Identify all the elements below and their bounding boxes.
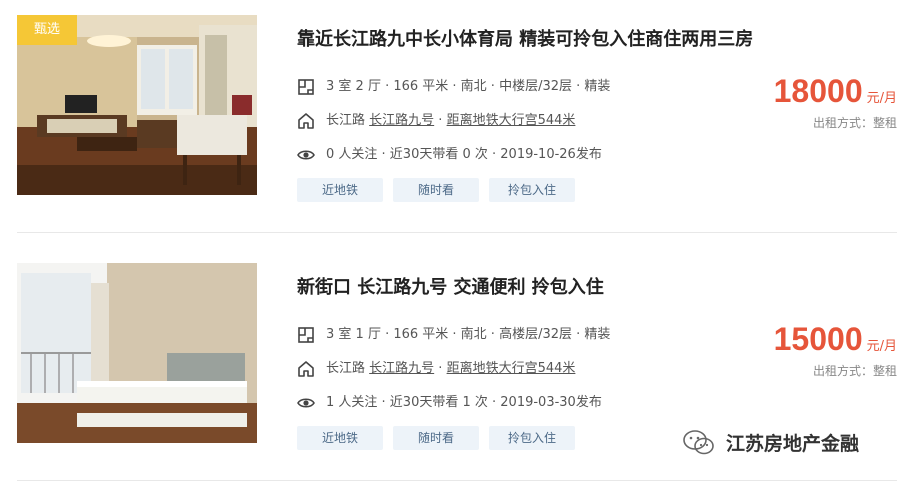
tag-viewable-anytime[interactable]: 随时看	[393, 178, 479, 202]
price-unit: 元/月	[866, 339, 897, 354]
listing-watch-text: 1 人关注 · 近30天带看 1 次 · 2019-03-30发布	[326, 395, 602, 410]
floorplan-icon	[298, 79, 314, 95]
price-unit: 元/月	[866, 91, 897, 106]
community-link[interactable]: 长江路九号	[369, 361, 434, 376]
listing-price: 18000 元/月	[774, 73, 897, 110]
tag-near-metro[interactable]: 近地铁	[297, 178, 383, 202]
tag-move-in-ready[interactable]: 拎包入住	[489, 178, 575, 202]
wechat-icon	[683, 430, 714, 455]
listing-price: 15000 元/月	[774, 321, 897, 358]
listing-divider	[17, 480, 897, 481]
featured-badge: 甄选	[17, 15, 77, 45]
rent-type: 出租方式：整租	[812, 364, 897, 378]
listing-title[interactable]: 靠近长江路九中长小体育局 精装可拎包入住商住两用三房	[297, 25, 753, 51]
metro-distance-link[interactable]: 距离地铁大行宫544米	[447, 113, 576, 128]
home-icon	[298, 361, 314, 377]
location-area: 长江路	[326, 361, 366, 376]
listing-info-text: 3 室 2 厅 · 166 平米 · 南北 · 中楼层/32层 · 精装	[326, 79, 611, 94]
listing-info-text: 3 室 1 厅 · 166 平米 · 南北 · 高楼层/32层 · 精装	[326, 327, 611, 342]
bedroom-photo	[17, 263, 257, 443]
community-link[interactable]: 长江路九号	[369, 113, 434, 128]
listing-title[interactable]: 新街口 长江路九号 交通便利 拎包入住	[297, 273, 604, 299]
eye-icon	[297, 150, 315, 160]
metro-distance-link[interactable]: 距离地铁大行宫544米	[447, 361, 576, 376]
location-text: 长江路 长江路九号 · 距离地铁大行宫544米	[326, 113, 576, 128]
home-icon	[298, 113, 314, 129]
floorplan-icon	[298, 327, 314, 343]
location-area: 长江路	[326, 113, 366, 128]
listing-card: 甄选 靠近长江路九中长小体育局 精装可拎包入住商住两用三房 3 室 2 厅 · …	[17, 13, 897, 202]
listing-photo[interactable]: 甄选	[17, 15, 257, 195]
watermark-text: 江苏房地产金融	[726, 433, 860, 455]
listing-divider	[17, 232, 897, 233]
tag-viewable-anytime[interactable]: 随时看	[393, 426, 479, 450]
price-amount: 18000	[773, 73, 863, 109]
listing-watch-text: 0 人关注 · 近30天带看 0 次 · 2019-10-26发布	[326, 147, 602, 162]
tag-move-in-ready[interactable]: 拎包入住	[489, 426, 575, 450]
price-amount: 15000	[773, 321, 863, 357]
eye-icon	[297, 398, 315, 408]
rent-type: 出租方式：整租	[812, 116, 897, 130]
listing-card: 新街口 长江路九号 交通便利 拎包入住 3 室 1 厅 · 166 平米 · 南…	[17, 261, 897, 450]
tag-near-metro[interactable]: 近地铁	[297, 426, 383, 450]
location-text: 长江路 长江路九号 · 距离地铁大行宫544米	[326, 361, 576, 376]
listing-photo[interactable]	[17, 263, 257, 443]
